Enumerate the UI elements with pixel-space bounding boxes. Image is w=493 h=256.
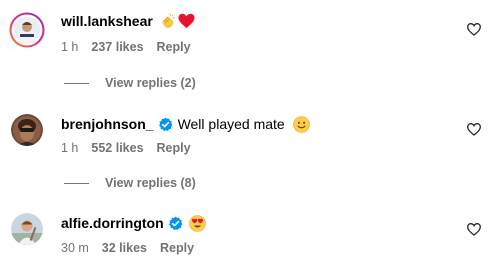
clapping-hands-emoji-icon [159,12,177,30]
view-replies-label: View replies (8) [105,176,196,190]
heart-eyes-face-emoji-icon [188,214,206,232]
comment-item: will.lankshear 1 h 237 likes Reply [0,0,493,80]
slightly-smiling-face-emoji-icon [292,115,310,133]
view-replies-button[interactable]: View replies (2) [64,75,196,91]
avatar-will-lankshear[interactable] [9,12,45,48]
reply-button[interactable]: Reply [157,39,191,55]
avatar-alfie-dorrington[interactable] [11,213,43,245]
comment-likes-count[interactable]: 237 likes [91,39,143,55]
verified-badge-icon [158,117,173,132]
like-heart-icon[interactable] [467,123,481,136]
like-heart-icon[interactable] [467,223,481,236]
comment-timestamp: 1 h [61,141,79,155]
red-heart-emoji-icon [178,13,195,29]
avatar-brenjohnson[interactable] [11,114,43,146]
comment-timestamp: 1 h [61,40,79,54]
comment-likes-count[interactable]: 32 likes [102,240,147,256]
comment-item: alfie.dorrington 30 m 32 likes Reply [0,200,493,255]
comment-username[interactable]: brenjohnson_ [61,115,154,133]
comment-item: brenjohnson_ Well played mate 1 h 552 li… [0,100,493,180]
reply-button[interactable]: Reply [157,140,191,156]
comment-username[interactable]: will.lankshear [61,12,153,30]
comment-text: Well played mate [177,116,285,132]
view-replies-label: View replies (2) [105,76,196,90]
like-heart-icon[interactable] [467,23,481,36]
replies-divider-line [64,182,89,184]
comment-username[interactable]: alfie.dorrington [61,214,164,232]
verified-badge-icon [168,216,183,231]
comment-likes-count[interactable]: 552 likes [91,140,143,156]
replies-divider-line [64,82,89,84]
comment-timestamp: 30 m [61,241,89,255]
view-replies-button[interactable]: View replies (8) [64,175,196,191]
reply-button[interactable]: Reply [160,240,194,256]
